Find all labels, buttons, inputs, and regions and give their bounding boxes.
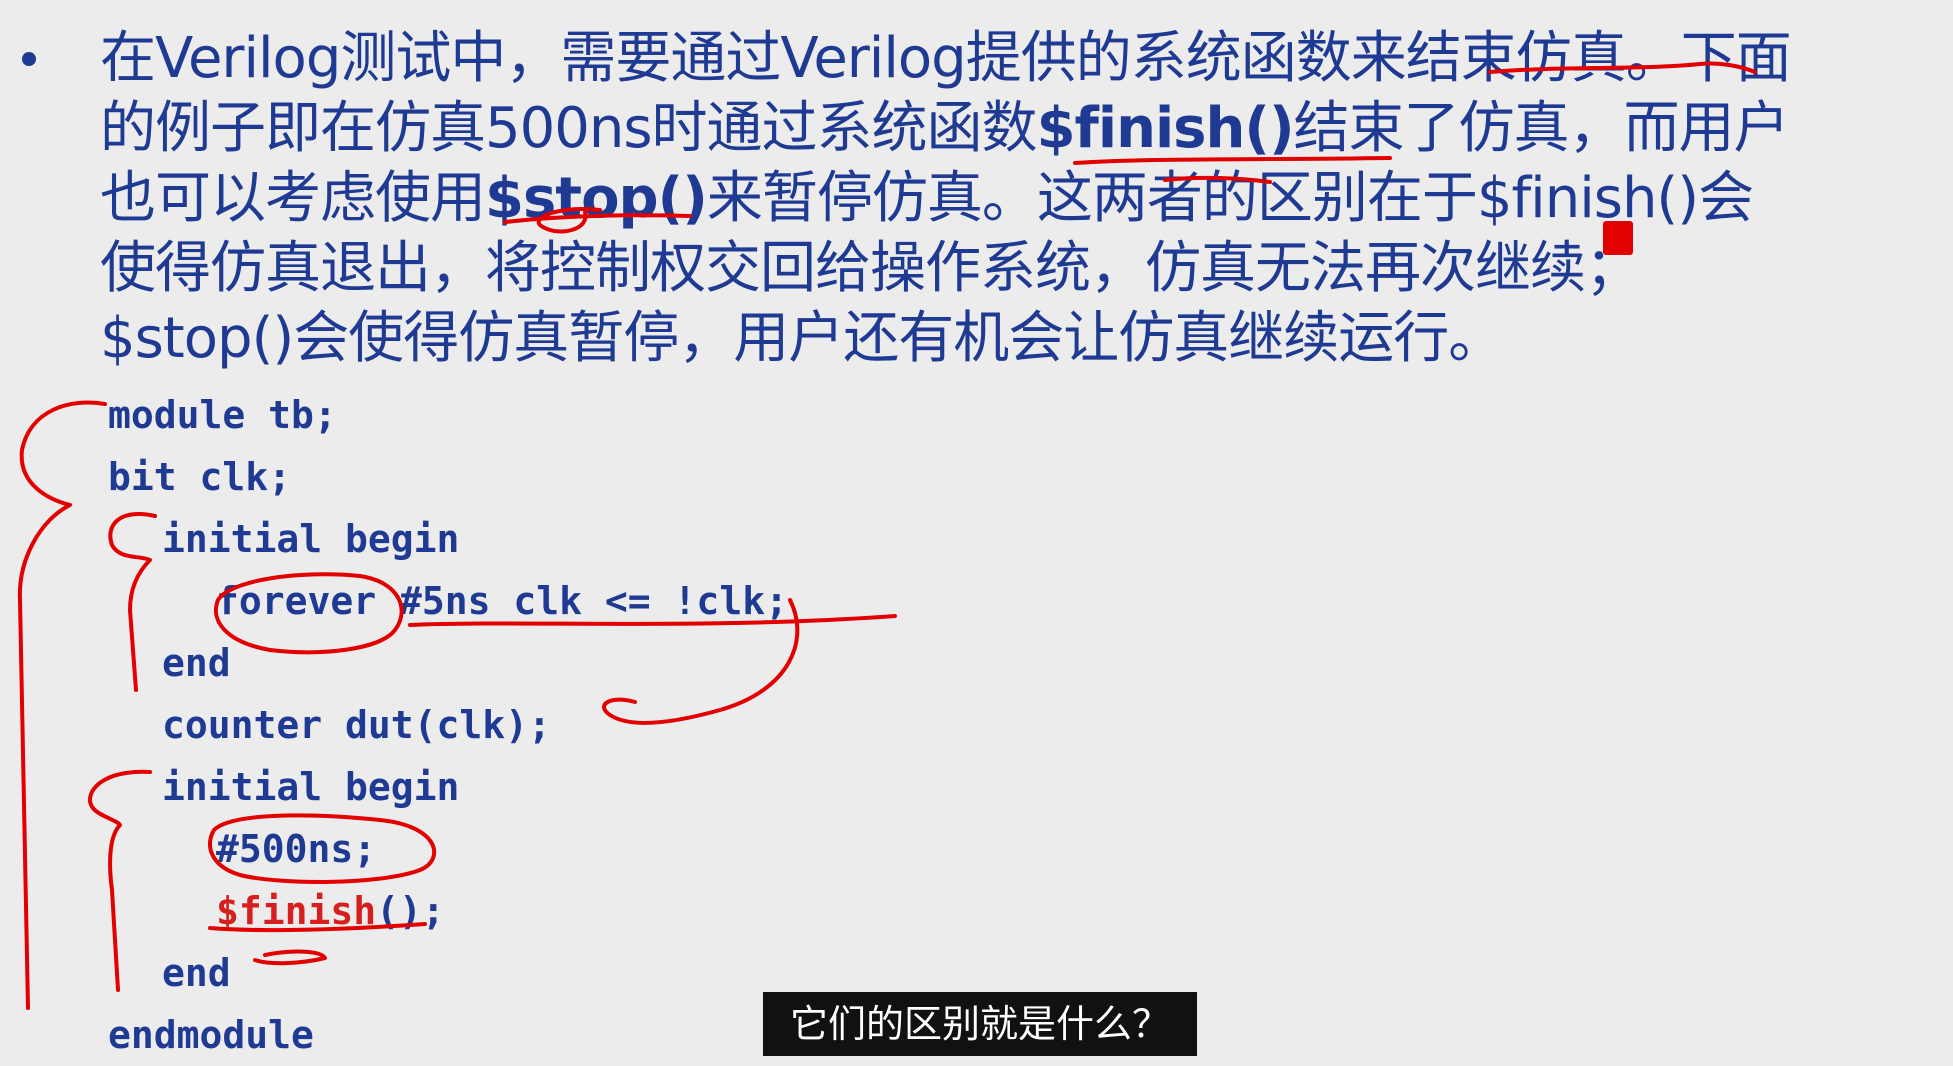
finish-function-text: $finish(): [1036, 96, 1295, 161]
paragraph-line-4: 使得仿真退出，将控制权交回给操作系统，仿真无法再次继续；: [100, 236, 1641, 301]
paragraph-line-3-start: 也可以考虑使用: [100, 166, 486, 231]
code-line-bit-clk: bit clk;: [108, 455, 292, 499]
finish-call-tail: ();: [376, 889, 445, 933]
paragraph-line-2: 的例子即在仿真500ns时通过系统函数$finish()结束了仿真，而用户: [100, 94, 1940, 164]
code-line-end-1: end: [162, 641, 231, 685]
paragraph-line-3: 也可以考虑使用$stop()来暂停仿真。这两者的区别在于$finish()会: [100, 164, 1940, 234]
pen-cursor: [1603, 221, 1633, 255]
brace-module: [17, 400, 107, 1010]
paragraph-line-1: 在Verilog测试中，需要通过Verilog提供的系统函数来结束仿真。下面: [100, 26, 1792, 91]
code-line-finish: $finish();: [108, 880, 1008, 942]
slide-canvas: 在Verilog测试中，需要通过Verilog提供的系统函数来结束仿真。下面 的…: [0, 0, 1953, 1057]
paragraph-line-2-end: 结束了仿真，而用户: [1293, 96, 1790, 161]
finish-call-text: $finish: [216, 889, 377, 933]
video-subtitle: 它们的区别就是什么？: [763, 992, 1197, 1056]
bullet-point: [22, 52, 36, 66]
code-line-counter-dut: counter dut(clk);: [162, 703, 551, 747]
paragraph-line-5: $stop()会使得仿真暂停，用户还有机会让仿真继续运行。: [100, 306, 1504, 371]
verilog-code-block: module tb; bit clk; initial begin foreve…: [108, 384, 1008, 1066]
code-line-delay-500ns: #500ns;: [216, 827, 377, 871]
paragraph-line-3-end: 来暂停仿真。这两者的区别在于$finish()会: [706, 166, 1754, 231]
code-line-initial-begin-1: initial begin: [162, 517, 460, 561]
code-line-initial-begin-2: initial begin: [162, 765, 460, 809]
code-line-forever: forever #5ns clk <= !clk;: [216, 579, 788, 623]
paragraph-line-2-start: 的例子即在仿真500ns时通过系统函数: [100, 96, 1038, 161]
explanation-paragraph: 在Verilog测试中，需要通过Verilog提供的系统函数来结束仿真。下面 的…: [100, 24, 1940, 374]
code-line-module: module tb;: [108, 393, 337, 437]
stop-function-text: $stop(): [485, 166, 708, 231]
